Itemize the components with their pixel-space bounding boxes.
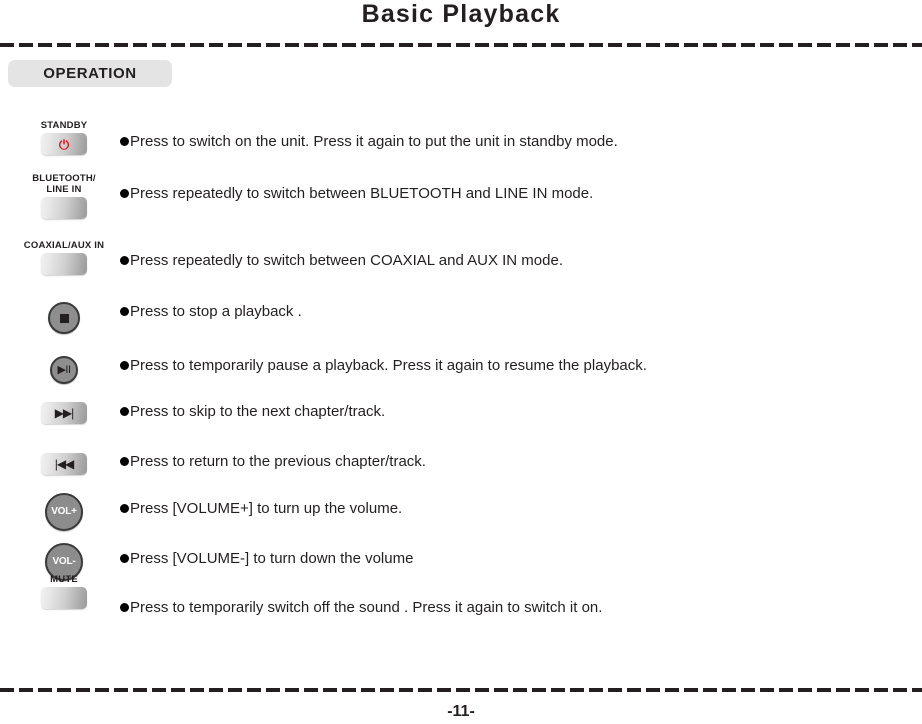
operation-description: Press repeatedly to switch between COAXI… xyxy=(120,252,563,270)
operation-description-text: Press [VOLUME-] to turn down the volume xyxy=(130,550,414,567)
bullet-icon xyxy=(120,554,129,563)
bullet-icon xyxy=(120,603,129,612)
bullet-icon xyxy=(120,361,129,370)
operation-description: Press to return to the previous chapter/… xyxy=(120,453,426,471)
volume-button-label: VOL- xyxy=(52,556,76,567)
bullet-icon xyxy=(120,457,129,466)
standby-button[interactable]: ⏻ xyxy=(41,133,87,155)
key-cell: BLUETOOTH/ LINE IN xyxy=(0,173,128,219)
operation-description-text: Press to skip to the next chapter/track. xyxy=(130,403,386,420)
operation-description-text: Press repeatedly to switch between BLUET… xyxy=(130,185,594,202)
transport-glyph-icon: |◀◀ xyxy=(54,457,75,471)
operation-description: Press to skip to the next chapter/track. xyxy=(120,403,385,421)
stop-icon xyxy=(59,313,69,323)
operation-description-text: Press to return to the previous chapter/… xyxy=(130,453,426,470)
operation-description: Press [VOLUME-] to turn down the volume xyxy=(120,550,413,568)
key-cell: MUTE xyxy=(0,574,128,609)
key-cell: VOL+ xyxy=(0,493,128,531)
operation-description-text: Press [VOLUME+] to turn up the volume. xyxy=(130,500,403,517)
key-cell: ▶II xyxy=(0,356,128,384)
key-cell: STANDBY ⏻ xyxy=(0,120,128,155)
power-icon: ⏻ xyxy=(58,136,70,152)
key-cell: |◀◀ xyxy=(0,451,128,475)
bottom-divider xyxy=(0,688,922,692)
operation-description: Press to switch on the unit. Press it ag… xyxy=(120,133,618,151)
operation-description-text: Press to temporarily switch off the soun… xyxy=(130,599,603,616)
play-pause-icon: ▶II xyxy=(57,363,71,376)
section-badge-label: OPERATION xyxy=(43,65,137,82)
operation-description-text: Press to temporarily pause a playback. P… xyxy=(130,357,647,374)
bullet-icon xyxy=(120,504,129,513)
operation-description: Press repeatedly to switch between BLUET… xyxy=(120,185,593,203)
operation-description: Press [VOLUME+] to turn up the volume. xyxy=(120,500,402,518)
top-divider xyxy=(0,43,922,47)
stop-button[interactable] xyxy=(48,302,80,334)
transport-glyph-icon: ▶▶| xyxy=(54,406,75,420)
key-label: COAXIAL/AUX IN xyxy=(23,240,105,251)
key-cell: ▶▶| xyxy=(0,400,128,424)
volume-up-button[interactable]: VOL+ xyxy=(45,493,83,531)
volume-button-label: VOL+ xyxy=(51,506,77,517)
section-badge-operation: OPERATION xyxy=(8,60,172,87)
key-label: MUTE xyxy=(50,574,78,585)
key-button-icon[interactable] xyxy=(41,587,87,609)
key-button-icon[interactable] xyxy=(41,197,87,219)
bullet-icon xyxy=(120,307,129,316)
bullet-icon xyxy=(120,189,129,198)
operation-description: Press to temporarily switch off the soun… xyxy=(120,599,602,617)
page-title: Basic Playback xyxy=(361,0,561,28)
operation-description-text: Press to stop a playback . xyxy=(130,303,302,320)
bullet-icon xyxy=(120,137,129,146)
bullet-icon xyxy=(120,256,129,265)
operation-description: Press to stop a playback . xyxy=(120,303,302,321)
key-button-icon[interactable] xyxy=(41,253,87,275)
operation-description-text: Press to switch on the unit. Press it ag… xyxy=(130,133,618,150)
key-cell: COAXIAL/AUX IN xyxy=(0,240,128,275)
key-cell xyxy=(0,302,128,334)
key-label: STANDBY xyxy=(40,120,88,131)
key-button-icon[interactable]: |◀◀ xyxy=(41,453,87,475)
key-button-icon[interactable]: ▶▶| xyxy=(41,402,87,424)
play-pause-button[interactable]: ▶II xyxy=(50,356,78,384)
key-label: BLUETOOTH/ LINE IN xyxy=(32,173,96,195)
operation-description: Press to temporarily pause a playback. P… xyxy=(120,357,647,375)
bullet-icon xyxy=(120,407,129,416)
page-number: -11- xyxy=(447,703,475,720)
operation-description-text: Press repeatedly to switch between COAXI… xyxy=(130,252,563,269)
